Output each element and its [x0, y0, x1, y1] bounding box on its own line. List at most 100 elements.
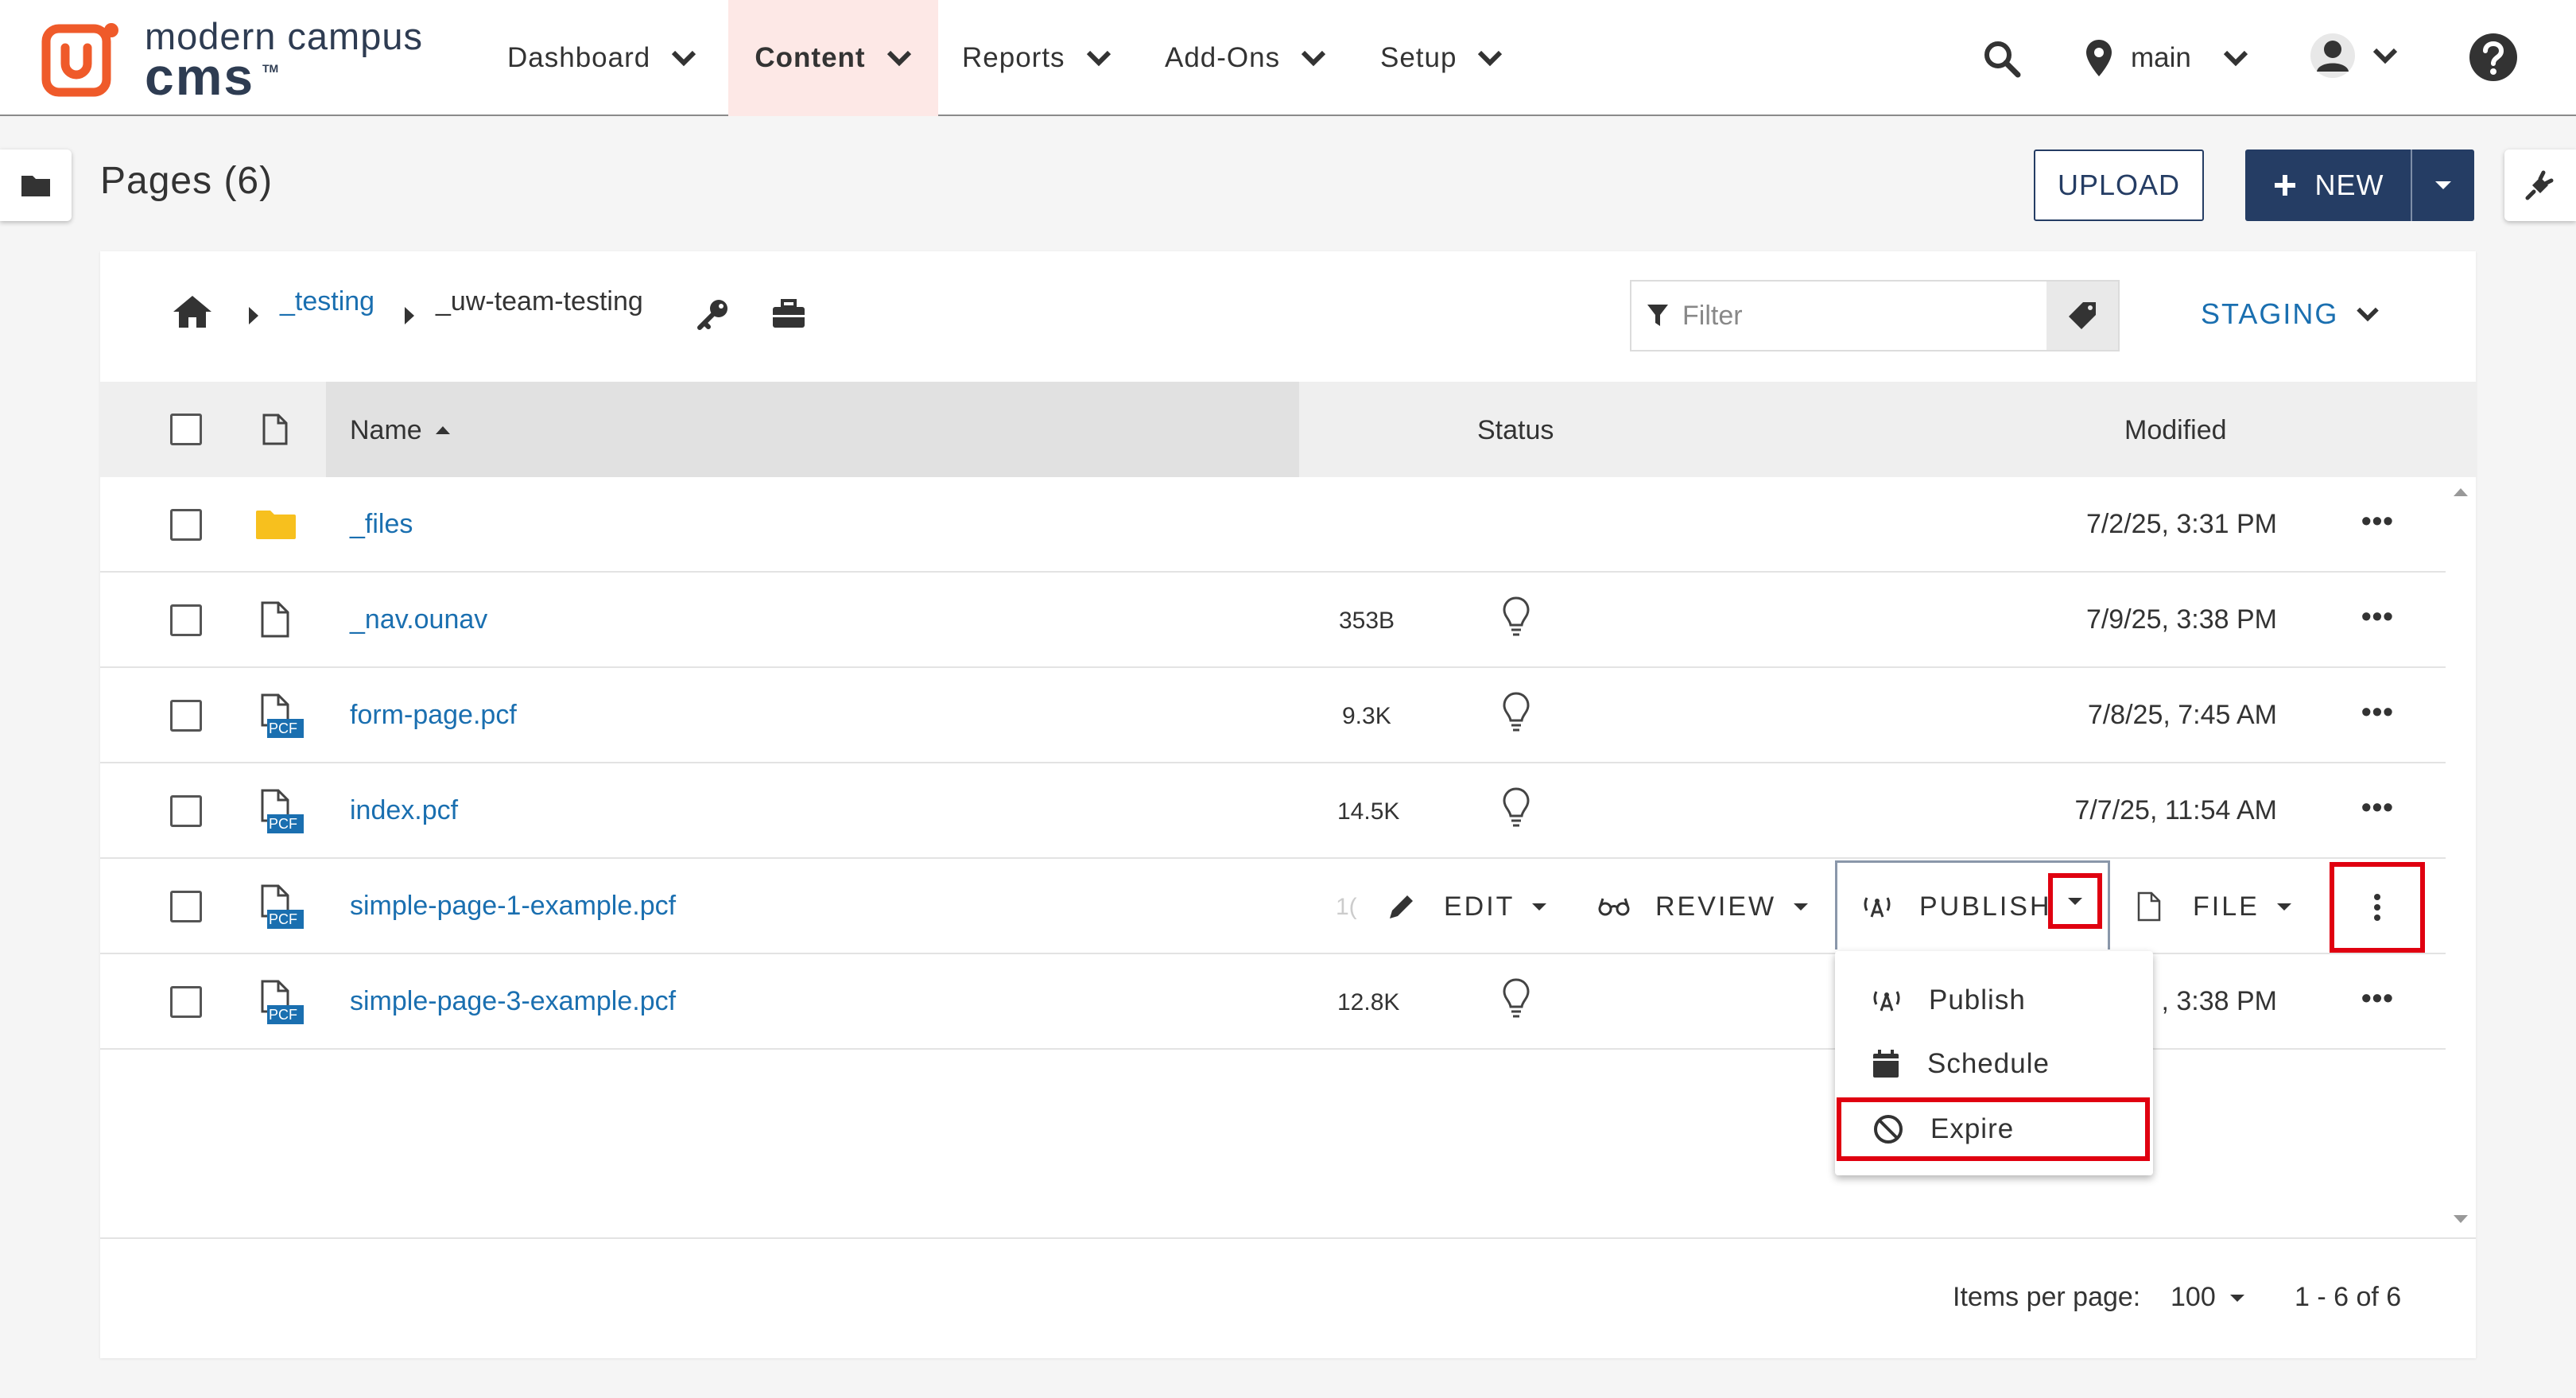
scroll-up-arrow[interactable] [2452, 487, 2469, 498]
lightbulb-icon[interactable] [1503, 978, 1530, 1019]
breadcrumb-testing[interactable]: _testing [280, 286, 374, 317]
chevron-down-icon [2223, 49, 2248, 67]
modified-date: 7/7/25, 11:54 AM [2074, 795, 2277, 825]
row-checkbox[interactable] [170, 891, 202, 922]
menu-item-schedule[interactable]: Schedule [1835, 1032, 2153, 1096]
file-name-link[interactable]: _nav.ounav [350, 604, 487, 635]
lightbulb-icon[interactable] [1503, 787, 1530, 829]
file-name-link[interactable]: simple-page-3-example.pcf [350, 986, 676, 1017]
help-icon[interactable] [2468, 32, 2519, 83]
vertical-ellipsis-icon [2373, 893, 2381, 922]
new-button[interactable]: NEW [2245, 150, 2474, 221]
upload-button[interactable]: UPLOAD [2034, 150, 2204, 221]
lightbulb-icon[interactable] [1503, 692, 1530, 733]
nav-reports-label: Reports [962, 42, 1065, 73]
file-label: FILE [2193, 891, 2260, 922]
modified-column-header[interactable]: Modified [2124, 415, 2227, 446]
edit-label: EDIT [1444, 891, 1515, 922]
file-icon [261, 601, 289, 638]
row-divider [100, 762, 2446, 763]
row-checkbox[interactable] [170, 604, 202, 636]
row-more-actions-button[interactable] [2330, 862, 2425, 953]
file-name-link[interactable]: simple-page-1-example.pcf [350, 891, 676, 922]
chevron-down-icon [671, 49, 696, 67]
review-action[interactable]: REVIEW [1598, 859, 1810, 954]
tag-filter-button[interactable] [2046, 282, 2118, 350]
chevron-down-icon [886, 49, 912, 67]
filter-input[interactable]: Filter [1631, 282, 2046, 350]
items-per-page-value: 100 [2171, 1282, 2216, 1312]
pcf-badge: PCF [269, 911, 297, 927]
search-icon[interactable] [1983, 40, 2021, 78]
menu-item-publish[interactable]: Publish [1835, 969, 2153, 1032]
plugin-panel-toggle[interactable] [2504, 150, 2576, 221]
nav-add-ons[interactable]: Add-Ons [1165, 0, 1326, 116]
name-column-label: Name [350, 415, 422, 445]
nav-setup[interactable]: Setup [1380, 0, 1503, 116]
publish-action[interactable]: PUBLISH [1862, 859, 2052, 954]
more-options-icon[interactable]: ••• [2361, 695, 2394, 728]
toolbox-icon[interactable] [771, 299, 806, 329]
broadcast-tower-icon [1862, 895, 1892, 918]
file-name-link[interactable]: index.pcf [350, 795, 458, 826]
nav-setup-label: Setup [1380, 42, 1457, 73]
home-icon[interactable] [172, 294, 213, 329]
page-title: Pages (6) [100, 160, 274, 202]
pcf-file-icon: PCF [259, 884, 305, 930]
new-dropdown-toggle[interactable] [2411, 150, 2474, 221]
row-checkbox[interactable] [170, 509, 202, 541]
select-all-checkbox[interactable] [170, 414, 202, 445]
folder-tree-toggle[interactable] [0, 150, 72, 221]
name-column-header[interactable] [326, 382, 1299, 477]
more-options-icon[interactable]: ••• [2361, 981, 2394, 1015]
chevron-down-icon [1477, 49, 1503, 67]
nav-dashboard-label: Dashboard [507, 42, 651, 73]
status-column-header[interactable]: Status [1477, 415, 1554, 446]
upload-button-label: UPLOAD [2057, 169, 2181, 201]
caret-down-icon [2275, 902, 2293, 911]
scroll-down-arrow[interactable] [2452, 1214, 2469, 1225]
modern-campus-logo-icon[interactable] [41, 21, 121, 100]
more-options-icon[interactable]: ••• [2361, 504, 2394, 538]
publish-dropdown-toggle[interactable] [2048, 873, 2102, 929]
publish-label: PUBLISH [1919, 891, 2052, 922]
pcf-file-icon: PCF [259, 693, 305, 740]
site-selector[interactable]: main [2085, 38, 2248, 78]
environment-label: STAGING [2201, 297, 2339, 330]
logo-text-cms: cms [145, 47, 255, 106]
row-checkbox[interactable] [170, 700, 202, 732]
menu-item-schedule-label: Schedule [1927, 1048, 2050, 1079]
file-action[interactable]: FILE [2137, 859, 2293, 954]
location-pin-icon [2085, 38, 2113, 78]
nav-content-label: Content [755, 42, 866, 73]
file-size: 12.8K [1337, 989, 1400, 1015]
nav-content[interactable]: Content [728, 0, 938, 116]
file-name-link[interactable]: form-page.pcf [350, 700, 517, 731]
modified-date: 7/2/25, 3:31 PM [2085, 509, 2277, 539]
more-options-icon[interactable]: ••• [2361, 600, 2394, 633]
items-per-page-select[interactable]: 100 [2171, 1282, 2246, 1313]
site-name: main [2131, 42, 2191, 73]
more-options-icon[interactable]: ••• [2361, 790, 2394, 824]
user-menu[interactable] [2309, 32, 2398, 80]
key-icon[interactable] [696, 297, 730, 331]
menu-item-expire[interactable]: Expire [1837, 1097, 2150, 1161]
row-checkbox[interactable] [170, 986, 202, 1018]
lightbulb-icon[interactable] [1503, 596, 1530, 638]
file-name-link[interactable]: _files [350, 509, 413, 540]
new-main-button[interactable]: NEW [2245, 150, 2411, 221]
caret-down-icon [1792, 902, 1810, 911]
folder-icon [20, 173, 52, 198]
nav-reports[interactable]: Reports [962, 0, 1111, 116]
file-type-column-icon [262, 414, 288, 445]
broadcast-tower-icon [1872, 988, 1902, 1012]
caret-down-icon [1530, 902, 1548, 911]
row-divider [100, 571, 2446, 573]
environment-selector[interactable]: STAGING [2201, 297, 2380, 331]
pagination-range: 1 - 6 of 6 [2295, 1282, 2402, 1312]
file-size: 1( [1336, 894, 1357, 920]
row-checkbox[interactable] [170, 795, 202, 827]
nav-dashboard[interactable]: Dashboard [507, 0, 696, 116]
edit-action[interactable]: EDIT [1387, 859, 1548, 954]
caret-down-icon [2434, 180, 2453, 191]
